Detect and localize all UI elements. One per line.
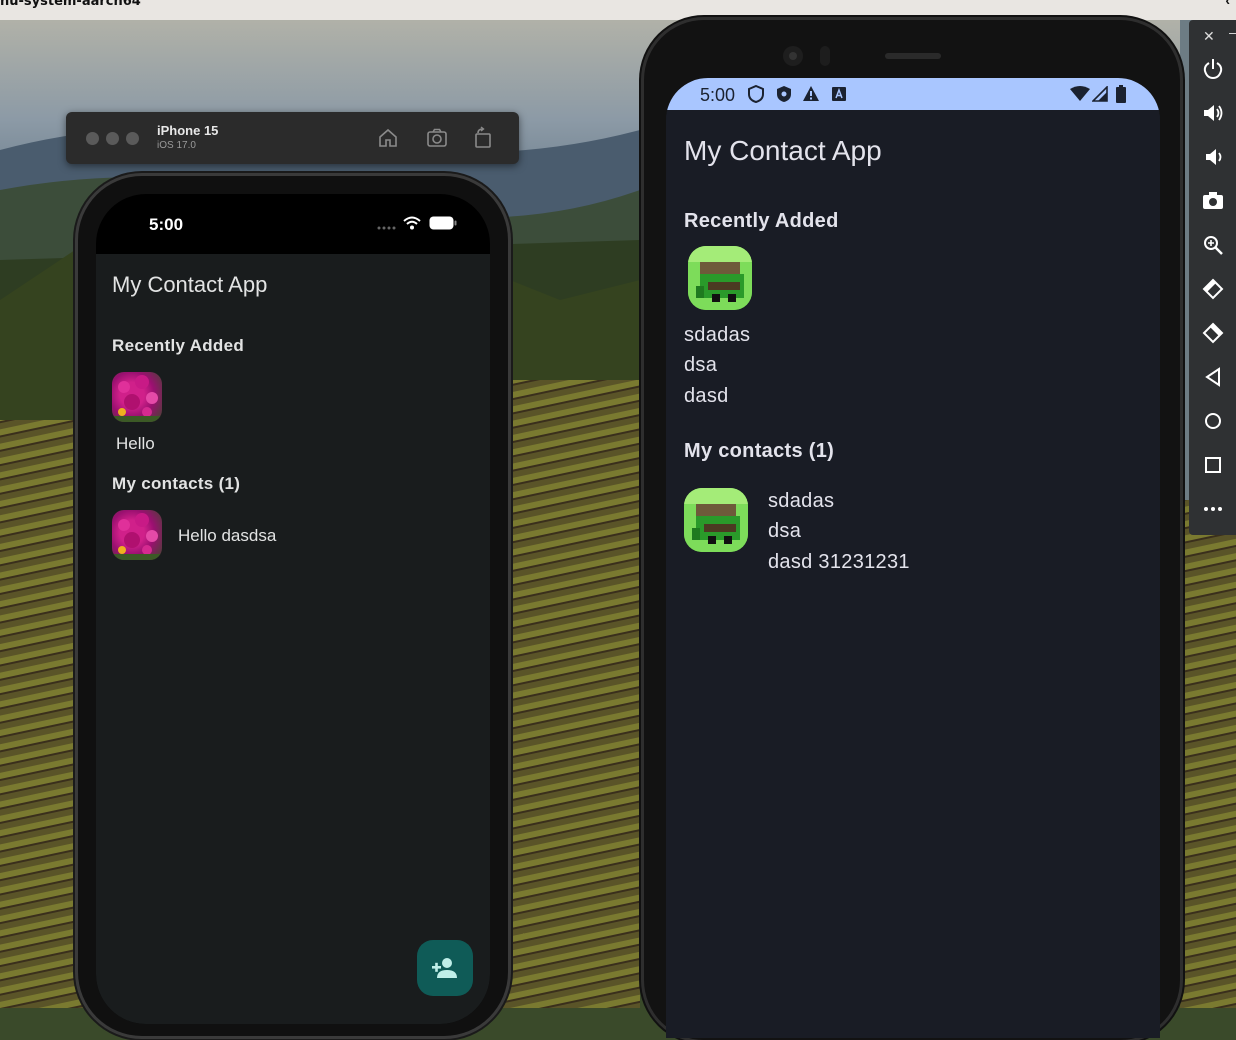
close-window-button[interactable] [86, 132, 99, 145]
sensor [820, 46, 830, 66]
front-camera [783, 46, 803, 66]
home-icon[interactable] [376, 126, 400, 150]
screenshot-icon[interactable] [425, 126, 449, 150]
app-title: My Contact App [112, 272, 268, 297]
close-emulator-button[interactable]: ✕ [1203, 28, 1215, 45]
host-window-titlebar: nu-system-aarch64 ‹ [0, 0, 1236, 20]
volume-down-icon[interactable] [1202, 146, 1224, 168]
minimize-emulator-button[interactable]: – [1229, 24, 1236, 40]
rotate-icon[interactable] [471, 126, 495, 150]
add-person-icon [432, 958, 457, 978]
contact-label: Hello dasdsa [178, 526, 277, 545]
contact-line3: dasd 31231231 [768, 551, 910, 573]
recent-contact-line3: dasd [684, 385, 729, 407]
recent-contact-avatar[interactable] [688, 246, 752, 310]
minimize-window-button[interactable] [106, 132, 119, 145]
wifi-icon [1070, 86, 1090, 101]
cellular-signal-icon [1092, 86, 1108, 102]
add-contact-fab[interactable] [417, 940, 473, 996]
ios-status-bar: 5:00 [96, 194, 490, 254]
contact-avatar [112, 510, 162, 560]
android-status-bar: 5:00 [666, 78, 1160, 110]
simulator-device-name: iPhone 15 [157, 123, 219, 138]
ios-contact-app: My Contact App Recently Added Hello My c… [96, 254, 490, 1024]
android-screen: 5:00 My Contact App Recently Added sdada… [666, 78, 1160, 1038]
status-time: 5:00 [149, 215, 184, 234]
recent-contact-line1: sdadas [684, 324, 751, 346]
more-icon[interactable] [1202, 498, 1224, 520]
app-title: My Contact App [684, 135, 882, 166]
zoom-window-button[interactable] [126, 132, 139, 145]
window-title: nu-system-aarch64 [0, 0, 141, 9]
recently-added-heading: Recently Added [112, 336, 245, 355]
contact-list-item[interactable]: sdadas dsa dasd 31231231 [684, 478, 1144, 574]
contact-list-item[interactable]: Hello dasdsa [112, 510, 472, 562]
speaker-grille [885, 53, 941, 59]
rotate-left-icon[interactable] [1202, 278, 1224, 300]
warning-icon [803, 86, 819, 101]
notification-a-icon [832, 87, 846, 101]
volume-up-icon[interactable] [1202, 102, 1224, 124]
recently-added-heading: Recently Added [684, 210, 839, 232]
shield-icon [748, 85, 764, 103]
chevron-left-icon[interactable]: ‹ [1225, 0, 1230, 7]
ios-simulator-toolbar[interactable]: iPhone 15 iOS 17.0 [66, 112, 519, 164]
my-contacts-heading: My contacts (1) [112, 474, 241, 493]
overview-icon[interactable] [1202, 454, 1224, 476]
rotate-right-icon[interactable] [1202, 322, 1224, 344]
status-time: 5:00 [700, 85, 736, 105]
zoom-icon[interactable] [1202, 234, 1224, 256]
security-icon [777, 86, 791, 102]
back-icon[interactable] [1202, 366, 1224, 388]
battery-icon [1116, 85, 1126, 103]
iphone-device-frame: 5:00 My Contact App Recently Added Hello… [78, 176, 508, 1036]
android-device-frame: 5:00 My Contact App Recently Added sdada… [644, 20, 1180, 1040]
my-contacts-heading: My contacts (1) [684, 440, 835, 462]
home-icon[interactable] [1202, 410, 1224, 432]
power-icon[interactable] [1202, 58, 1224, 80]
recent-contact-name[interactable]: Hello [116, 434, 155, 454]
battery-icon [429, 216, 457, 230]
contact-line2: dsa [768, 520, 802, 542]
wifi-icon [403, 216, 421, 230]
iphone-screen: 5:00 My Contact App Recently Added Hello… [96, 194, 490, 1024]
android-contact-app: My Contact App Recently Added sdadas dsa… [666, 110, 1160, 1038]
contact-avatar [684, 488, 748, 552]
recent-contact-avatar[interactable] [112, 372, 162, 422]
recent-contact-line2: dsa [684, 354, 718, 376]
simulator-os-version: iOS 17.0 [157, 140, 196, 151]
cellular-dots-icon [377, 226, 396, 230]
contact-line1: sdadas [768, 490, 835, 512]
camera-icon[interactable] [1202, 190, 1224, 212]
emulator-control-panel: ✕ – [1189, 20, 1236, 535]
